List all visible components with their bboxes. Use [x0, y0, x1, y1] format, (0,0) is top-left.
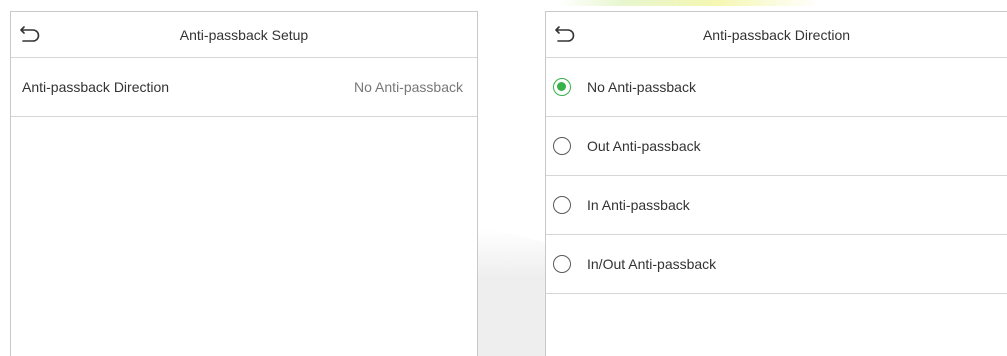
undo-arrow-icon [555, 26, 575, 42]
back-button[interactable] [554, 24, 576, 44]
option-no-anti-passback[interactable]: No Anti-passback [546, 58, 1007, 117]
screen-header: Anti-passback Setup [11, 12, 477, 58]
setting-value: No Anti-passback [354, 79, 463, 95]
radio-unselected-icon[interactable] [553, 255, 571, 273]
option-label: In/Out Anti-passback [587, 256, 717, 272]
page-title: Anti-passback Direction [702, 26, 851, 43]
undo-arrow-icon [20, 26, 40, 42]
page-title: Anti-passback Setup [179, 26, 309, 43]
back-button[interactable] [19, 24, 41, 44]
screen-header: Anti-passback Direction [546, 12, 1007, 58]
decorative-watermark-top [560, 0, 820, 6]
anti-passback-direction-screen: Anti-passback Direction No Anti-passback… [545, 11, 1007, 356]
radio-unselected-icon[interactable] [553, 137, 571, 155]
option-label: No Anti-passback [587, 79, 696, 95]
option-out-anti-passback[interactable]: Out Anti-passback [546, 117, 1007, 176]
radio-unselected-icon[interactable] [553, 196, 571, 214]
option-label: Out Anti-passback [587, 138, 701, 154]
setting-row-anti-passback-direction[interactable]: Anti-passback Direction No Anti-passback [11, 58, 477, 117]
option-in-anti-passback[interactable]: In Anti-passback [546, 176, 1007, 235]
anti-passback-setup-screen: Anti-passback Setup Anti-passback Direct… [10, 11, 478, 356]
option-label: In Anti-passback [587, 197, 690, 213]
option-in-out-anti-passback[interactable]: In/Out Anti-passback [546, 235, 1007, 294]
setting-label: Anti-passback Direction [22, 79, 170, 95]
radio-selected-icon[interactable] [553, 78, 571, 96]
